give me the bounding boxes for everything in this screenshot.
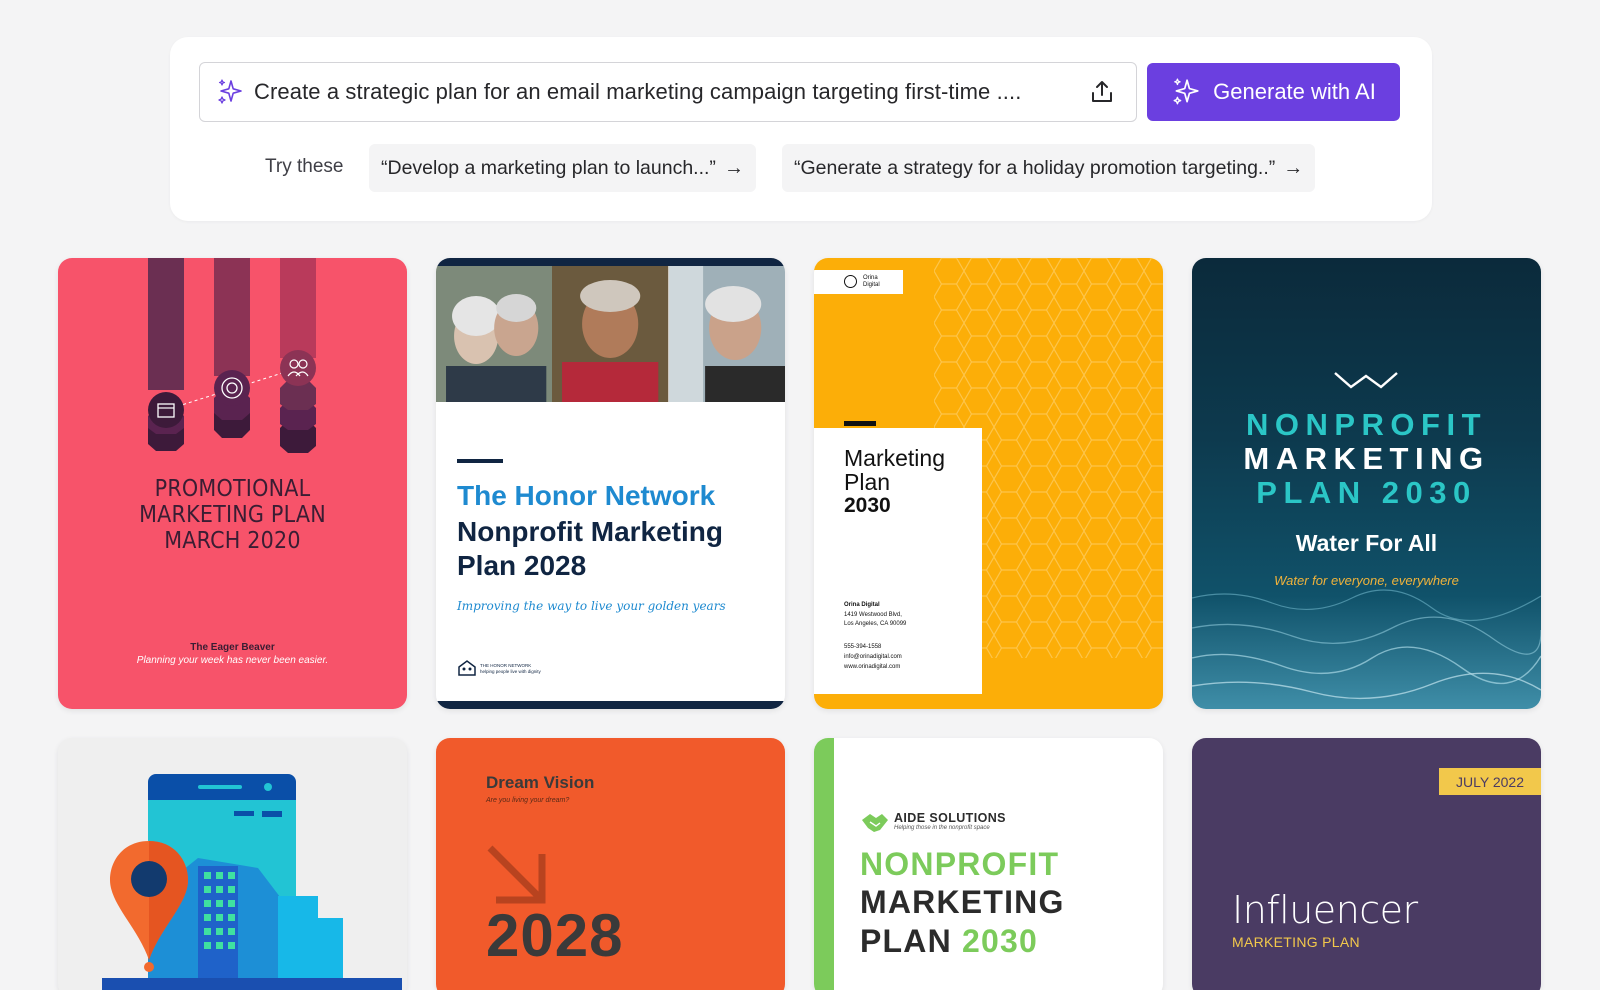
orina-title-line: Marketing xyxy=(844,445,945,471)
promo-illustration xyxy=(148,258,316,453)
honor-footer: THE HONOR NETWORK helping people live wi… xyxy=(480,663,541,675)
hexagon-logo-icon xyxy=(844,275,857,288)
template-card-aide-solutions[interactable]: AIDE SOLUTIONS Helping those in the nonp… xyxy=(814,738,1163,990)
aide-line3-plan: PLAN xyxy=(860,923,952,959)
influencer-title: Influencer xyxy=(1232,888,1418,932)
promo-title: PROMOTIONAL MARKETING PLAN MARCH 2020 xyxy=(58,476,407,554)
orina-logo-line: Digital xyxy=(863,282,880,288)
orina-contact: 555-394-1558 info@orinadigital.com www.o… xyxy=(844,642,902,672)
generate-label: Generate with AI xyxy=(1213,79,1376,104)
water-title: Water For All xyxy=(1295,530,1438,556)
sparkle-icon xyxy=(1173,78,1199,105)
template-card-influencer[interactable]: JULY 2022 Influencer MARKETING PLAN xyxy=(1192,738,1541,990)
house-people-icon xyxy=(458,660,476,676)
photo-strip xyxy=(436,266,785,402)
green-side-bar xyxy=(814,738,834,990)
honor-footer-tag: helping people live with dignity xyxy=(480,669,541,674)
arrow-right-icon: → xyxy=(723,156,744,179)
suggestions-row: Try these “Develop a marketing plan to l… xyxy=(170,144,1432,192)
suggestion-text: “Develop a marketing plan to launch...” xyxy=(381,156,716,179)
water-tagline: Water for everyone, everywhere xyxy=(1274,573,1459,588)
prompt-text[interactable]: Create a strategic plan for an email mar… xyxy=(254,79,1074,105)
orina-title-line: Plan xyxy=(844,469,891,495)
target-icon xyxy=(214,370,250,438)
aide-line1: NONPROFIT xyxy=(860,846,1060,882)
prompt-input[interactable]: Create a strategic plan for an email mar… xyxy=(199,62,1137,122)
honor-title: The Honor Network xyxy=(457,480,716,511)
orina-year: 2030 xyxy=(844,494,891,517)
upload-button[interactable] xyxy=(1074,64,1130,120)
aide-line3: PLAN 2030 xyxy=(860,923,1038,960)
orina-logo-text: Orina Digital xyxy=(863,275,880,289)
water-line1: NONPROFIT xyxy=(1245,407,1488,442)
suggestion-text: “Generate a strategy for a holiday promo… xyxy=(794,156,1276,179)
influencer-date-badge: JULY 2022 xyxy=(1439,768,1541,795)
photo-elderly-woman-window xyxy=(668,266,785,402)
dream-title: Dream Vision xyxy=(486,773,595,792)
dream-year: 2028 xyxy=(486,902,624,969)
template-card-dream-vision[interactable]: Dream Vision Are you living your dream? … xyxy=(436,738,785,990)
promo-title-line: MARCH 2020 xyxy=(164,528,301,554)
orina-logo: Orina Digital xyxy=(814,270,903,294)
orina-title: Marketing Plan xyxy=(844,446,945,494)
template-card-city-illustration[interactable] xyxy=(58,738,407,990)
honor-subtitle: Nonprofit Marketing Plan 2028 xyxy=(457,516,723,581)
top-bar xyxy=(436,258,785,266)
address-line: Los Angeles, CA 90099 xyxy=(844,621,907,627)
promo-brand: The Eager Beaver xyxy=(190,642,275,653)
orina-address: Orina Digital 1419 Westwood Blvd, Los An… xyxy=(844,601,906,630)
photo-elderly-woman-smiling xyxy=(552,266,669,402)
handshake-icon xyxy=(862,814,888,832)
address-line: 1419 Westwood Blvd, xyxy=(844,611,902,618)
suggestion-chip-1[interactable]: “Develop a marketing plan to launch...” … xyxy=(369,144,756,192)
ai-prompt-panel: Create a strategic plan for an email mar… xyxy=(170,37,1432,221)
photo-elderly-couple xyxy=(436,266,553,402)
template-card-promotional-marketing-plan[interactable]: PROMOTIONAL MARKETING PLAN MARCH 2020 Th… xyxy=(58,258,407,709)
aide-line3-year: 2030 xyxy=(962,923,1039,959)
suggestion-chip-2[interactable]: “Generate a strategy for a holiday promo… xyxy=(782,144,1316,192)
water-line3: PLAN 2030 xyxy=(1256,475,1477,510)
dream-question: Are you living your dream? xyxy=(486,797,570,804)
city-illustration xyxy=(102,774,402,990)
honor-tagline: Improving the way to live your golden ye… xyxy=(457,599,726,613)
aide-line2: MARKETING xyxy=(860,884,1065,920)
arrow-right-icon: → xyxy=(1283,156,1304,179)
template-card-honor-network[interactable]: The Honor Network Nonprofit Marketing Pl… xyxy=(436,258,785,709)
accent-dash xyxy=(457,459,503,463)
bottom-bar xyxy=(436,701,785,709)
calendar-icon xyxy=(148,392,184,451)
chevron-down-icon xyxy=(1334,372,1398,389)
contact-phone: 555-394-1558 xyxy=(844,644,882,650)
influencer-subtitle: MARKETING PLAN xyxy=(1232,934,1360,950)
contact-email: info@orinadigital.com xyxy=(844,654,902,660)
sparkle-icon xyxy=(218,79,242,104)
generate-with-ai-button[interactable]: Generate with AI xyxy=(1147,63,1400,121)
contact-web: www.orinadigital.com xyxy=(844,664,901,670)
promo-title-line: PROMOTIONAL xyxy=(154,476,311,502)
aide-name: AIDE SOLUTIONS xyxy=(894,811,1006,825)
water-line2: MARKETING xyxy=(1243,441,1490,476)
address-name: Orina Digital xyxy=(844,602,880,608)
orina-logo-line: Orina xyxy=(863,275,878,281)
promo-title-line: MARKETING PLAN xyxy=(139,502,326,528)
people-icon xyxy=(280,350,316,453)
try-these-label: Try these xyxy=(265,156,344,177)
accent-bar xyxy=(844,421,876,426)
upload-icon xyxy=(1092,81,1112,102)
template-card-orina-marketing-plan[interactable]: Orina Digital Marketing Plan 2030 Orina … xyxy=(814,258,1163,709)
aide-tagline: Helping those in the nonprofit space xyxy=(894,825,990,831)
promo-tagline: Planning your week has never been easier… xyxy=(136,655,329,666)
template-card-water-for-all[interactable]: NONPROFIT MARKETING PLAN 2030 Water For … xyxy=(1192,258,1541,709)
